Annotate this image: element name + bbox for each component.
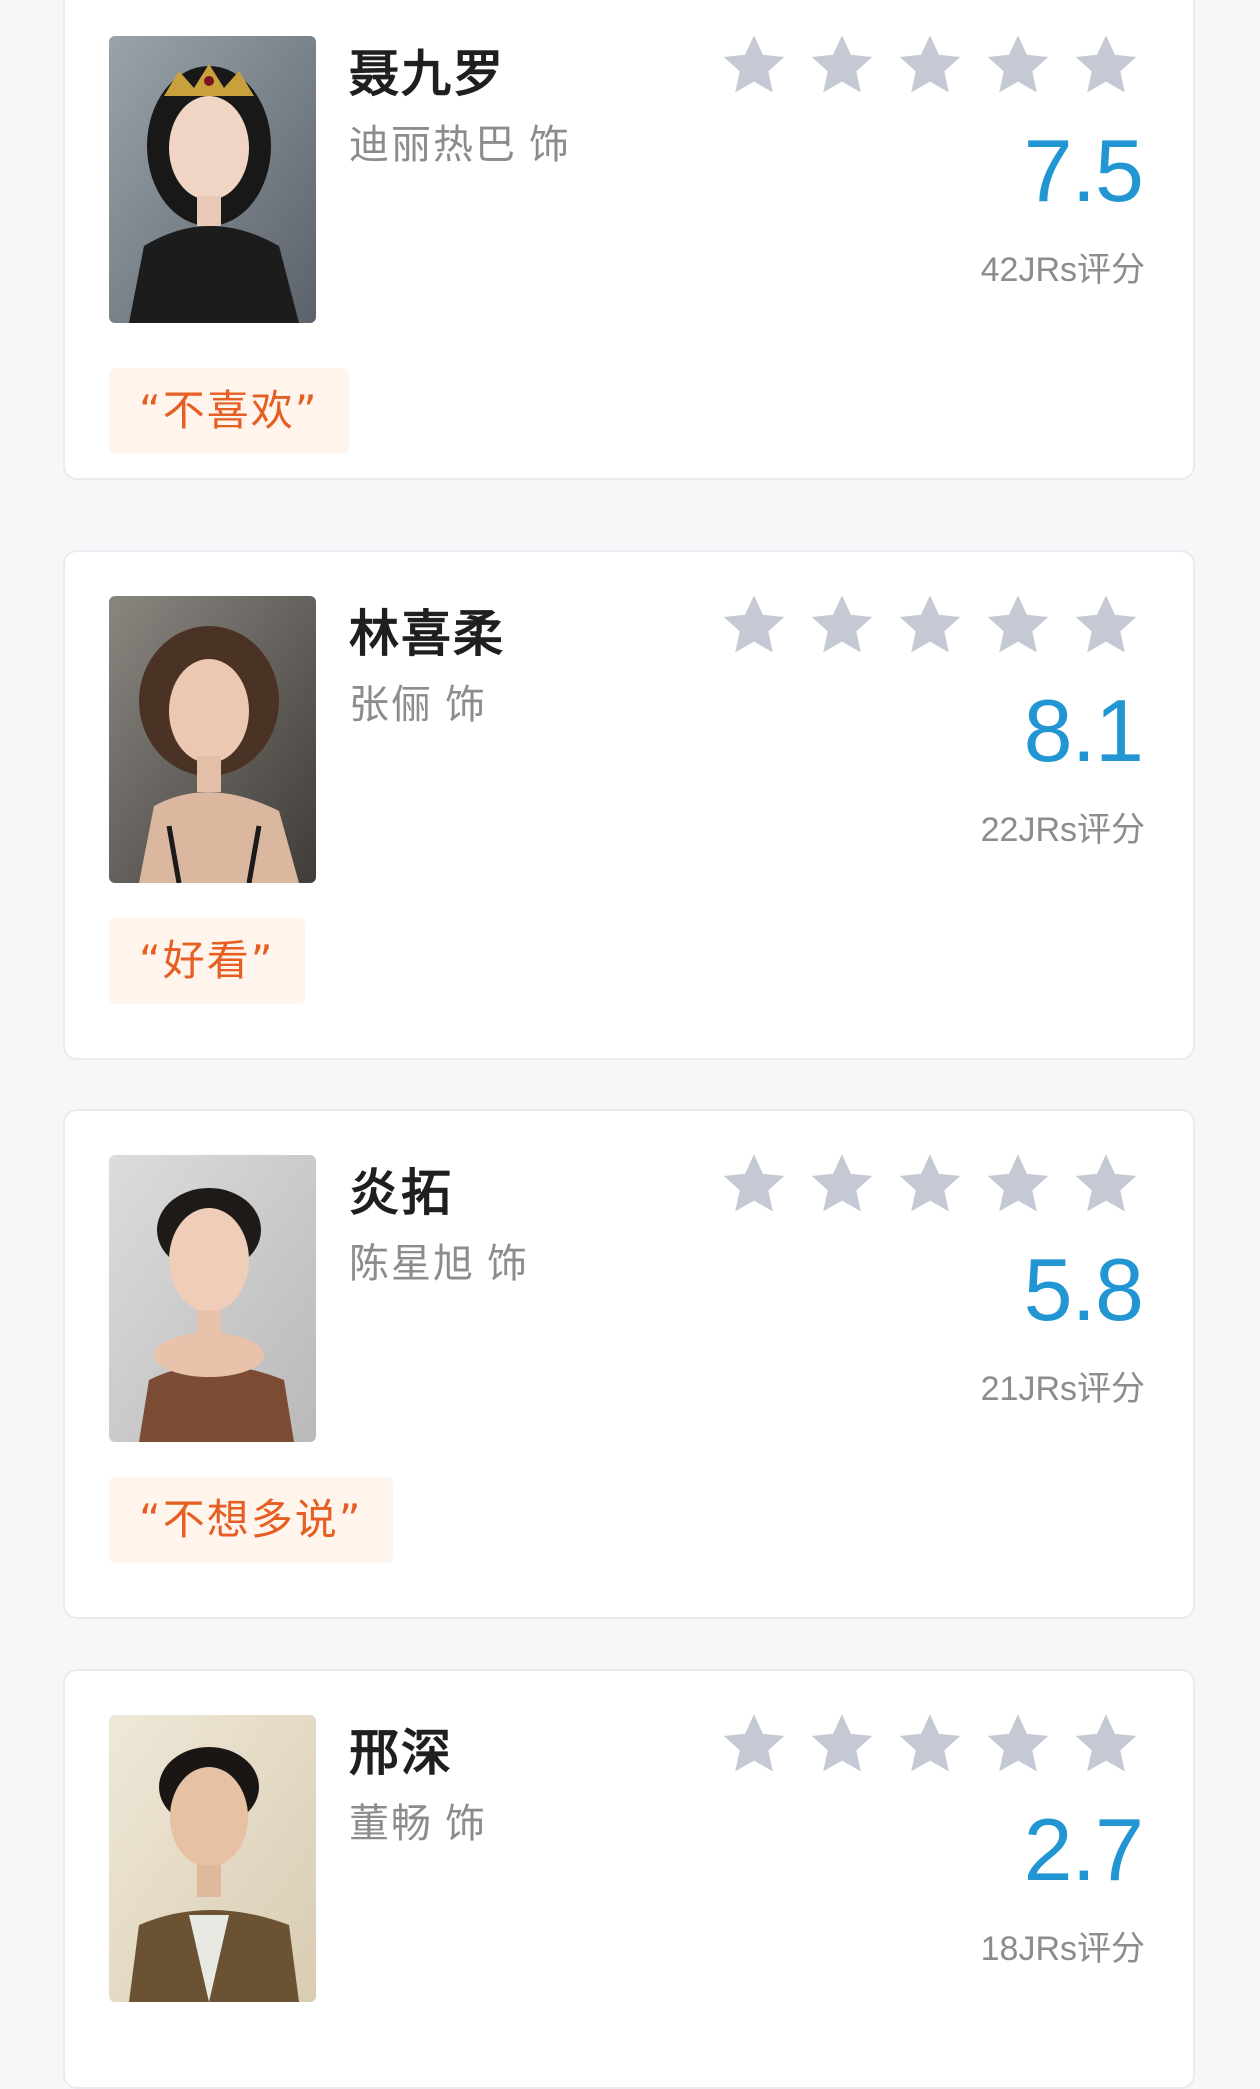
star-icon[interactable]: [719, 590, 789, 660]
character-card[interactable]: 炎拓 陈星旭饰 5.8 21JRs评分 “不想多说”: [63, 1109, 1195, 1619]
character-name: 炎拓: [349, 1164, 453, 1222]
character-photo[interactable]: [109, 596, 316, 883]
star-icon[interactable]: [719, 1149, 789, 1219]
star-rating[interactable]: [719, 1709, 1141, 1779]
rating-count: 21JRs评分: [980, 1370, 1145, 1408]
star-icon[interactable]: [1071, 590, 1141, 660]
average-score: 8.1: [1023, 681, 1144, 780]
character-card[interactable]: 邢深 董畅饰 2.7 18JRs评分: [63, 1669, 1195, 2089]
character-photo[interactable]: [109, 1715, 316, 2002]
actor-name: 迪丽热巴: [349, 122, 517, 168]
star-icon[interactable]: [983, 30, 1053, 100]
actor-name: 陈星旭: [349, 1241, 475, 1287]
average-score: 2.7: [1023, 1800, 1144, 1899]
star-icon[interactable]: [1071, 1709, 1141, 1779]
actor-name: 张俪: [349, 682, 433, 728]
actor-credit: 陈星旭饰: [349, 1231, 529, 1289]
character-rating-list: 聂九罗 迪丽热巴饰 7.5 42JRs评分 “不喜欢” 林喜柔 张俪 饰 8.1…: [0, 0, 1260, 2089]
star-rating[interactable]: [719, 30, 1141, 100]
character-name: 聂九罗: [349, 45, 505, 103]
actor-name: 董畅: [349, 1801, 433, 1847]
character-name: 林喜柔: [349, 605, 505, 663]
actor-suffix: 饰: [529, 122, 571, 168]
star-icon[interactable]: [983, 1709, 1053, 1779]
star-icon[interactable]: [983, 1149, 1053, 1219]
star-icon[interactable]: [807, 30, 877, 100]
comment-tag[interactable]: “好看”: [109, 918, 305, 1004]
actor-credit: 张俪饰: [349, 672, 487, 730]
rating-count: 18JRs评分: [980, 1930, 1145, 1968]
character-photo[interactable]: [109, 1155, 316, 1442]
character-name: 邢深: [349, 1724, 453, 1782]
actor-suffix: 饰: [487, 1241, 529, 1287]
comment-tag[interactable]: “不想多说”: [109, 1477, 393, 1563]
star-icon[interactable]: [807, 1709, 877, 1779]
star-icon[interactable]: [719, 30, 789, 100]
actor-credit: 迪丽热巴饰: [349, 112, 571, 170]
rating-count: 42JRs评分: [980, 251, 1145, 289]
actor-credit: 董畅饰: [349, 1791, 487, 1849]
rating-count: 22JRs评分: [980, 811, 1145, 849]
star-icon[interactable]: [1071, 1149, 1141, 1219]
star-icon[interactable]: [895, 590, 965, 660]
star-icon[interactable]: [1071, 30, 1141, 100]
character-card[interactable]: 聂九罗 迪丽热巴饰 7.5 42JRs评分 “不喜欢”: [63, 0, 1195, 480]
character-card[interactable]: 林喜柔 张俪饰 8.1 22JRs评分 “好看”: [63, 550, 1195, 1060]
average-score: 5.8: [1023, 1240, 1144, 1339]
star-icon[interactable]: [895, 1149, 965, 1219]
star-icon[interactable]: [807, 1149, 877, 1219]
comment-tag[interactable]: “不喜欢”: [109, 368, 349, 454]
star-icon[interactable]: [983, 590, 1053, 660]
actor-suffix: 饰: [445, 682, 487, 728]
star-icon[interactable]: [719, 1709, 789, 1779]
star-icon[interactable]: [895, 1709, 965, 1779]
average-score: 7.5: [1023, 121, 1144, 220]
character-photo[interactable]: [109, 36, 316, 323]
star-rating[interactable]: [719, 590, 1141, 660]
actor-suffix: 饰: [445, 1801, 487, 1847]
star-icon[interactable]: [807, 590, 877, 660]
star-icon[interactable]: [895, 30, 965, 100]
star-rating[interactable]: [719, 1149, 1141, 1219]
